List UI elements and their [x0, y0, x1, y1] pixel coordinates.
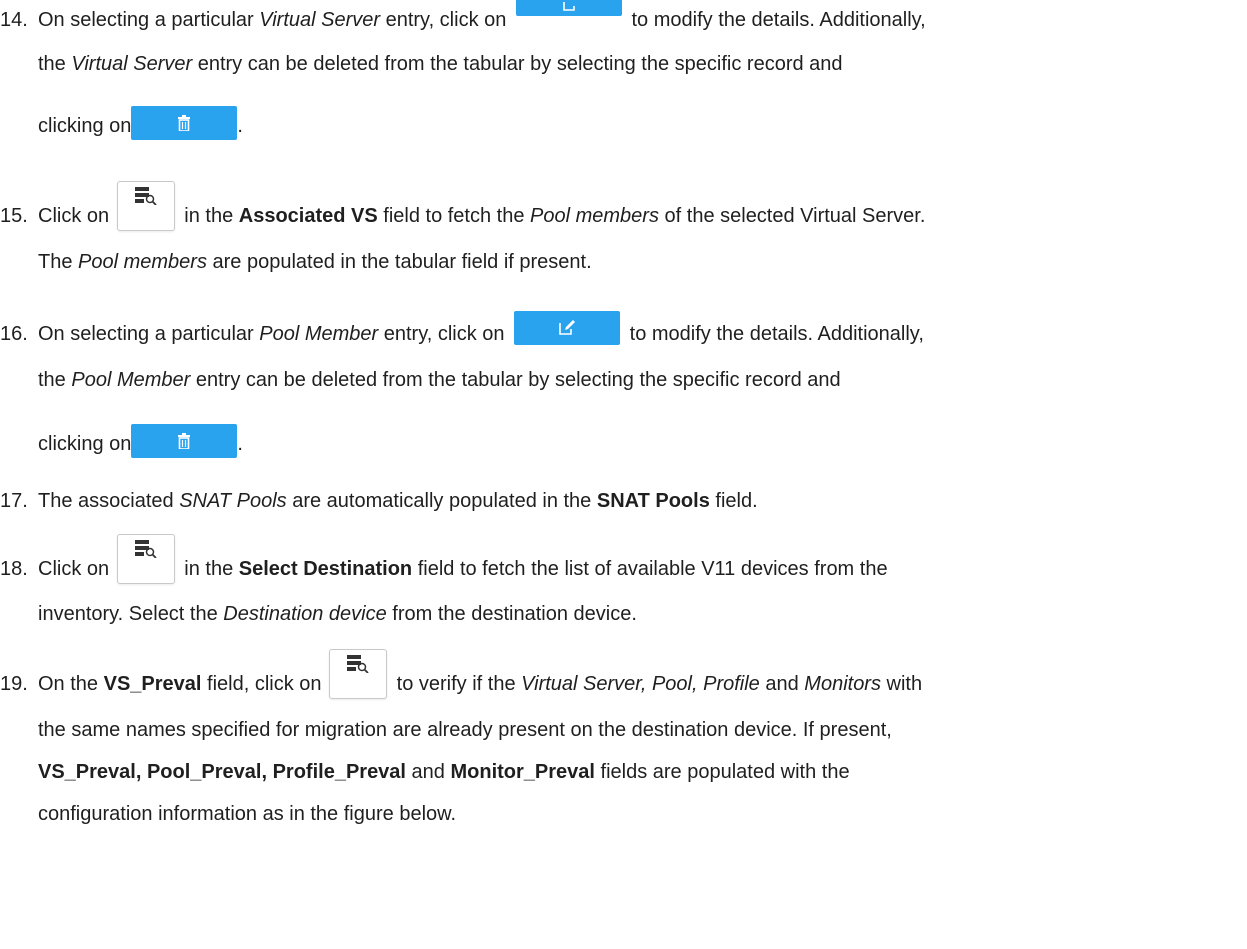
step-text: and — [759, 673, 805, 695]
step-number: 17. — [0, 490, 28, 512]
step-text: On selecting a particular — [38, 9, 260, 31]
step-strong: SNAT Pools — [596, 490, 710, 512]
step-text: to verify if the — [396, 673, 522, 695]
step-strong: Select Destination — [238, 558, 413, 580]
step-text: to modify the details. Additionally, — [629, 323, 924, 345]
step-text: entry, click on — [380, 9, 507, 31]
step-emphasis: Pool members — [78, 251, 207, 273]
step-text: entry, click on — [378, 323, 505, 345]
delete-button-image[interactable] — [131, 106, 238, 140]
step-text: are populated in the tabular field if pr… — [206, 251, 592, 273]
step-text: The associated — [38, 490, 180, 512]
step-text: in the — [184, 205, 239, 227]
edit-button-image[interactable] — [514, 310, 621, 345]
step-emphasis: Virtual Server — [259, 9, 381, 31]
step-emphasis: SNAT Pools — [179, 490, 287, 512]
step-strong: Monitor_Preval — [450, 761, 595, 783]
server-search-icon — [134, 186, 157, 205]
step-strong: VS_Preval, Pool_Preval, Profile_Preval — [38, 761, 406, 783]
step-text: entry can be deleted from the tabular by… — [192, 53, 843, 75]
step-text: in the — [184, 558, 239, 580]
server-search-icon — [347, 654, 369, 673]
step-text: Click on — [38, 205, 110, 227]
step-text: . — [237, 433, 243, 455]
edit-icon — [563, 2, 575, 11]
step-emphasis: Virtual Server, Pool, Profile — [521, 673, 760, 695]
step-emphasis: Monitors — [804, 673, 881, 695]
step-number: 18. — [0, 558, 28, 580]
step-number: 19. — [0, 673, 28, 695]
step-text: On the — [38, 673, 104, 695]
document-page: 14. On selecting a particular Virtual Se… — [0, 0, 1247, 949]
step-text: of the selected Virtual Server. — [658, 205, 926, 227]
step-emphasis: Destination device — [223, 603, 387, 625]
step-emphasis: Pool Member — [259, 323, 379, 345]
fetch-button-image[interactable] — [116, 533, 175, 584]
step-number: 14. — [0, 9, 28, 31]
edit-icon — [559, 319, 576, 335]
delete-button-image[interactable] — [131, 424, 238, 458]
step-text: configuration information as in the figu… — [38, 803, 457, 825]
step-emphasis: Virtual Server — [71, 53, 193, 75]
step-text: clicking on — [38, 115, 132, 137]
step-text: to modify the details. Additionally, — [631, 9, 926, 31]
step-text: field to fetch the list of available V11… — [412, 558, 888, 580]
step-text: field. — [709, 490, 758, 512]
step-text: Click on — [38, 558, 110, 580]
fetch-button-image[interactable] — [329, 648, 388, 699]
step-emphasis: Pool Member — [71, 369, 191, 391]
step-text: are automatically populated in the — [286, 490, 597, 512]
step-text: the — [38, 53, 72, 75]
step-text: the same names specified for migration a… — [38, 719, 892, 741]
step-text: On selecting a particular — [38, 323, 260, 345]
step-strong: Associated VS — [238, 205, 378, 227]
step-text: inventory. Select the — [38, 603, 224, 625]
fetch-button-image[interactable] — [116, 180, 175, 231]
step-emphasis: Pool members — [530, 205, 659, 227]
step-text: clicking on — [38, 433, 132, 455]
trash-icon — [178, 433, 191, 449]
step-text: . — [237, 115, 243, 137]
step-text: with — [880, 673, 923, 695]
trash-icon — [178, 115, 191, 131]
edit-button-image[interactable] — [515, 0, 622, 16]
step-number: 16. — [0, 323, 28, 345]
step-text: fields are populated with the — [594, 761, 850, 783]
step-text: field, click on — [201, 673, 322, 695]
step-text: and — [406, 761, 451, 783]
step-text: entry can be deleted from the tabular by… — [190, 369, 841, 391]
server-search-icon — [134, 539, 157, 558]
step-number: 15. — [0, 205, 28, 227]
step-text: The — [38, 251, 79, 273]
step-text: field to fetch the — [377, 205, 531, 227]
step-text: from the destination device. — [386, 603, 637, 625]
step-text: the — [38, 369, 72, 391]
step-strong: VS_Preval — [103, 673, 202, 695]
